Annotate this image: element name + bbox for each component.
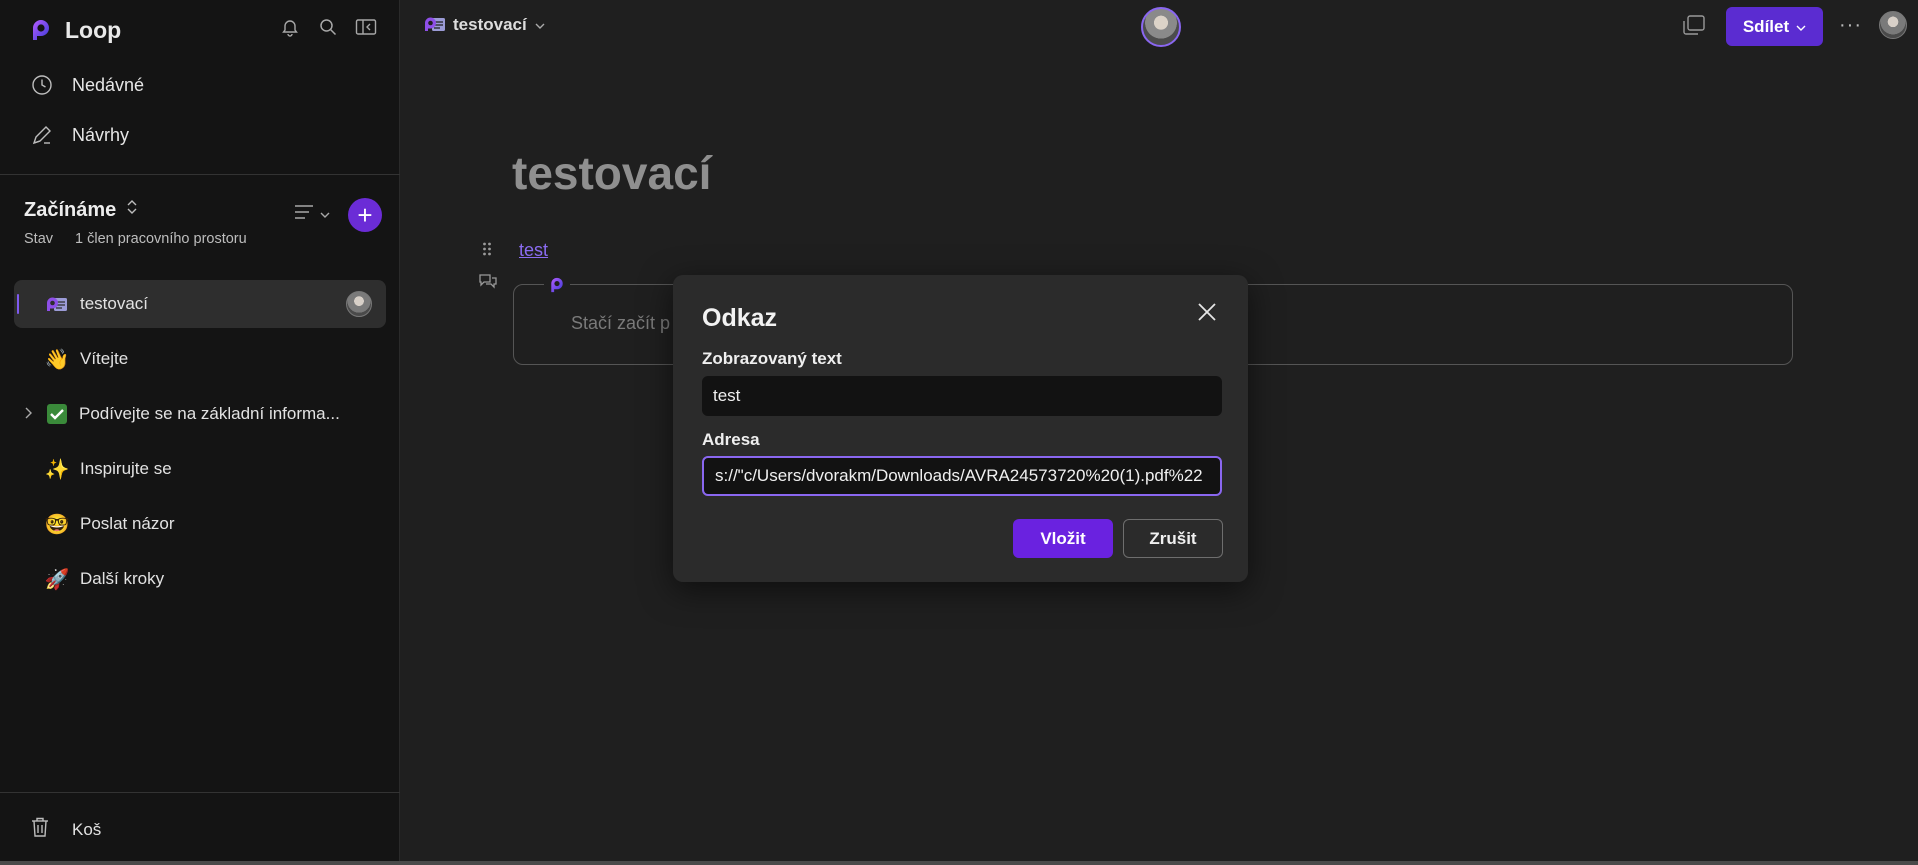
sidebar-page-zakladni-informace[interactable]: Podívejte se na základní informa... — [14, 390, 386, 438]
display-text-field[interactable]: test — [702, 376, 1222, 416]
list-view-icon — [294, 204, 316, 225]
avatar — [346, 291, 372, 317]
add-page-button[interactable]: + — [348, 198, 382, 232]
sidebar-divider — [0, 792, 400, 793]
plus-icon: + — [357, 200, 373, 230]
workspace-members[interactable]: 1 člen pracovního prostoru — [75, 231, 247, 247]
trash-icon — [30, 816, 50, 843]
clock-icon — [30, 73, 54, 97]
sidebar-page-vitejte[interactable]: 👋 Vítejte — [14, 335, 386, 383]
chevron-down-icon — [320, 206, 330, 224]
chevron-updown-icon — [126, 198, 138, 222]
check-box-icon — [44, 401, 70, 427]
view-options-button[interactable] — [294, 204, 330, 225]
sidebar-page-label: Další kroky — [80, 569, 165, 588]
sidebar-page-label: Inspirujte se — [80, 459, 172, 478]
bell-icon[interactable] — [279, 16, 301, 38]
sidebar-toolbar — [279, 16, 377, 38]
waving-hand-icon: 👋 — [44, 348, 70, 371]
brand[interactable]: Loop — [27, 14, 121, 46]
loop-page-icon — [423, 14, 445, 36]
sidebar-page-poslat-nazor[interactable]: 🤓 Poslat názor — [14, 500, 386, 548]
sidebar-page-inspirujte-se[interactable]: ✨ Inspirujte se — [14, 445, 386, 493]
workspace-title-text: Začínáme — [24, 198, 117, 221]
nav-drafts[interactable]: Návrhy — [30, 120, 129, 150]
sidebar-page-label: testovací — [80, 294, 149, 313]
loop-logo-icon — [544, 273, 570, 297]
loop-page-icon — [44, 291, 70, 317]
page-title[interactable]: testovací — [512, 146, 711, 200]
chevron-right-icon[interactable] — [24, 406, 32, 422]
active-indicator — [17, 294, 19, 314]
dialog-title: Odkaz — [702, 304, 778, 332]
sidebar-page-dalsi-kroky[interactable]: 🚀 Další kroky — [14, 555, 386, 603]
trash-link[interactable]: Koš — [30, 816, 101, 843]
workspace-subtitle: Stav 1 člen pracovního prostoru — [24, 231, 247, 247]
breadcrumb[interactable]: testovací — [423, 14, 545, 36]
rocket-icon: 🚀 — [44, 568, 70, 591]
more-options-icon[interactable]: ··· — [1839, 14, 1862, 37]
sidebar-page-label: Poslat názor — [80, 514, 175, 533]
sidebar-page-label: Podívejte se na základní informa... — [79, 404, 340, 423]
search-icon[interactable] — [317, 16, 339, 38]
display-text-label: Zobrazovaný text — [702, 349, 842, 368]
sidebar-page-label: Vítejte — [80, 349, 129, 368]
user-avatar[interactable] — [1879, 11, 1907, 39]
insert-button[interactable]: Vložit — [1013, 519, 1113, 558]
sidebar-page-testovaci[interactable]: testovací — [14, 280, 386, 328]
sidebar: Loop Nedávné Návrhy Začínáme Stav 1 člen — [0, 0, 400, 865]
nav-recent-label: Nedávné — [72, 74, 145, 95]
cancel-button[interactable]: Zrušit — [1123, 519, 1223, 558]
drag-handle-icon[interactable] — [482, 241, 492, 262]
nerd-face-icon: 🤓 — [44, 513, 70, 536]
collapse-sidebar-icon[interactable] — [355, 16, 377, 38]
loop-logo-icon — [27, 16, 55, 44]
chevron-down-icon — [1796, 17, 1806, 37]
share-label: Sdílet — [1742, 16, 1790, 36]
chevron-down-icon — [535, 15, 545, 35]
share-button[interactable]: Sdílet — [1726, 7, 1823, 46]
document-link[interactable]: test — [519, 240, 548, 261]
sparkles-icon: ✨ — [44, 458, 70, 481]
copy-component-icon[interactable] — [1682, 14, 1706, 41]
comment-icon[interactable] — [478, 272, 498, 295]
window-bottom-border — [0, 861, 1918, 865]
link-dialog: Odkaz Zobrazovaný text test Adresa s://"… — [673, 275, 1248, 582]
close-icon[interactable] — [1195, 300, 1219, 324]
workspace-status[interactable]: Stav — [24, 231, 53, 247]
nav-recent[interactable]: Nedávné — [30, 70, 144, 100]
breadcrumb-label: testovací — [453, 15, 527, 34]
nav-drafts-label: Návrhy — [72, 124, 130, 145]
pen-icon — [30, 123, 54, 147]
address-label: Adresa — [702, 430, 760, 449]
sidebar-divider — [0, 174, 400, 175]
collaborator-avatar[interactable] — [1141, 7, 1181, 47]
address-field[interactable]: s://"c/Users/dvorakm/Downloads/AVRA24573… — [702, 456, 1222, 496]
component-placeholder: Stačí začít p — [571, 313, 671, 333]
trash-label: Koš — [72, 819, 102, 839]
workspace-title[interactable]: Začínáme — [24, 198, 138, 222]
app-name: Loop — [65, 16, 122, 43]
